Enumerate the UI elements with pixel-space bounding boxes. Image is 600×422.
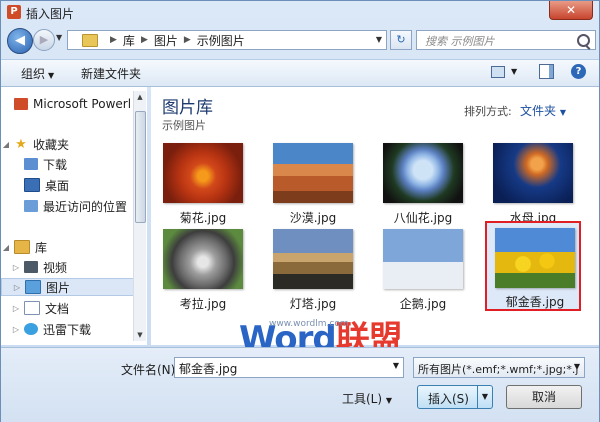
navigation-pane: Microsoft Powerl ◢ ★ 收藏夹 下载 桌面 最近访问的位置 ◢ 库 … (1, 87, 147, 345)
expand-arrow-icon[interactable]: ▷ (11, 304, 21, 313)
powerpoint-icon: P (7, 5, 21, 19)
image-thumbnail-tulips (495, 228, 575, 288)
file-list-pane: 图片库 示例图片 排列方式: 文件夹 ▼ 菊花.jpg 沙漠.jpg 八仙花.j… (151, 87, 599, 345)
file-thumbnail[interactable]: 企鹅.jpg (375, 229, 471, 317)
back-button[interactable]: ◀ (7, 28, 33, 54)
file-thumbnail[interactable]: 灯塔.jpg (265, 229, 361, 317)
organize-button[interactable]: 组织 ▼ (21, 65, 54, 82)
help-icon[interactable]: ? (571, 64, 586, 79)
preview-pane-icon[interactable] (539, 64, 554, 79)
insert-picture-dialog: P 插入图片 ✕ ◀ ▶ ▼ ▶ 库 ▶ 图片 ▶ 示例图片 ▼ ↻ 搜索 示例… (0, 0, 600, 422)
file-thumbnail[interactable]: 水母.jpg (485, 143, 581, 231)
folder-icon (82, 33, 98, 47)
breadcrumb-sample-pictures[interactable]: 示例图片 (197, 32, 245, 49)
breadcrumb-pictures[interactable]: 图片 (154, 32, 178, 49)
image-thumbnail-chrysanthemum (163, 143, 243, 203)
video-icon (24, 261, 38, 273)
image-thumbnail-koala (163, 229, 243, 289)
close-button[interactable]: ✕ (549, 1, 593, 20)
filename-label: 文件名(N): (121, 363, 180, 377)
recent-pages-dropdown[interactable]: ▼ (56, 33, 62, 42)
library-title: 图片库 (162, 98, 213, 118)
file-type-select[interactable]: 所有图片(*.emf;*.wmf;*.jpg;*.j ▼ (413, 357, 585, 378)
nav-item-xunlei[interactable]: ▷ 迅雷下载 (1, 320, 141, 338)
scrollbar-thumb[interactable] (135, 111, 146, 223)
tools-menu-button[interactable]: 工具(L) ▼ (342, 390, 392, 407)
nav-scrollbar[interactable]: ▲ ▼ (133, 91, 146, 341)
star-icon: ★ (15, 136, 27, 152)
insert-button[interactable]: 插入(S) ▼ (417, 385, 493, 409)
command-toolbar: 组织 ▼ 新建文件夹 ▼ ? (1, 59, 599, 87)
forward-button[interactable]: ▶ (33, 29, 55, 51)
image-thumbnail-jellyfish (493, 143, 573, 203)
window-title: 插入图片 (26, 7, 75, 21)
collapse-arrow-icon[interactable]: ◢ (1, 140, 11, 149)
nav-item-recent-places[interactable]: 最近访问的位置 (1, 197, 141, 215)
watermark-url: www.wordlm.com (269, 319, 349, 329)
image-thumbnail-hydrangeas (383, 143, 463, 203)
address-bar[interactable]: ▶ 库 ▶ 图片 ▶ 示例图片 ▼ (67, 30, 387, 50)
library-subtitle: 示例图片 (162, 119, 206, 132)
address-dropdown[interactable]: ▼ (376, 35, 382, 44)
filename-input[interactable]: 郁金香.jpg ▼ (174, 357, 404, 378)
pictures-icon (25, 280, 41, 294)
expand-arrow-icon[interactable]: ▷ (11, 263, 21, 272)
file-thumbnail[interactable]: 考拉.jpg (155, 229, 251, 317)
chevron-down-icon: ▼ (385, 396, 393, 405)
recent-places-icon (24, 200, 38, 212)
arrange-by-label: 排列方式: (464, 105, 512, 118)
documents-icon (24, 301, 40, 315)
file-thumbnail[interactable]: 沙漠.jpg (265, 143, 361, 231)
search-input[interactable]: 搜索 示例图片 (416, 30, 596, 50)
scroll-up-arrow-icon[interactable]: ▲ (134, 91, 146, 103)
search-icon (577, 34, 590, 47)
file-thumbnail[interactable]: 菊花.jpg (155, 143, 251, 231)
nav-item-powerpoint[interactable]: Microsoft Powerl (1, 95, 141, 113)
title-bar: P 插入图片 ✕ (1, 1, 599, 23)
new-folder-button[interactable]: 新建文件夹 (81, 65, 141, 82)
xunlei-icon (24, 323, 38, 335)
insert-options-dropdown[interactable]: ▼ (477, 386, 492, 408)
image-thumbnail-desert (273, 143, 353, 203)
powerpoint-icon (14, 98, 28, 110)
chevron-down-icon: ▼ (573, 362, 580, 371)
bottom-bar: 文件名(N): 郁金香.jpg ▼ 所有图片(*.emf;*.wmf;*.jpg;… (1, 347, 599, 422)
address-row: ◀ ▶ ▼ ▶ 库 ▶ 图片 ▶ 示例图片 ▼ ↻ 搜索 示例图片 (1, 25, 599, 57)
nav-item-pictures[interactable]: ▷ 图片 (1, 278, 141, 296)
chevron-down-icon: ▼ (48, 71, 55, 80)
nav-item-downloads[interactable]: 下载 (1, 155, 141, 173)
view-dropdown[interactable]: ▼ (511, 67, 517, 76)
downloads-icon (24, 158, 38, 170)
refresh-button[interactable]: ↻ (390, 30, 412, 50)
expand-arrow-icon[interactable]: ▷ (11, 325, 21, 334)
nav-item-library[interactable]: ◢ 库 (1, 238, 141, 256)
arrange-by-dropdown[interactable]: 文件夹 ▼ (520, 102, 566, 119)
nav-item-videos[interactable]: ▷ 视频 (1, 258, 141, 276)
collapse-arrow-icon[interactable]: ◢ (1, 243, 11, 252)
nav-item-favorites[interactable]: ◢ ★ 收藏夹 (1, 135, 141, 153)
file-thumbnail[interactable]: 八仙花.jpg (375, 143, 471, 231)
nav-item-documents[interactable]: ▷ 文档 (1, 299, 141, 317)
expand-arrow-icon[interactable]: ▷ (12, 283, 22, 292)
breadcrumb-library[interactable]: 库 (123, 32, 135, 49)
scroll-down-arrow-icon[interactable]: ▼ (134, 329, 146, 341)
change-view-icon[interactable] (491, 66, 505, 78)
library-icon (14, 240, 30, 254)
nav-item-desktop[interactable]: 桌面 (1, 176, 141, 194)
chevron-down-icon: ▼ (559, 108, 566, 117)
cancel-button[interactable]: 取消 (506, 385, 582, 409)
file-thumbnail-selected[interactable]: 郁金香.jpg (485, 221, 581, 311)
search-placeholder: 搜索 示例图片 (425, 35, 495, 48)
image-thumbnail-penguins (383, 229, 463, 289)
desktop-icon (24, 178, 40, 192)
chevron-down-icon[interactable]: ▼ (393, 361, 399, 370)
image-thumbnail-lighthouse (273, 229, 353, 289)
